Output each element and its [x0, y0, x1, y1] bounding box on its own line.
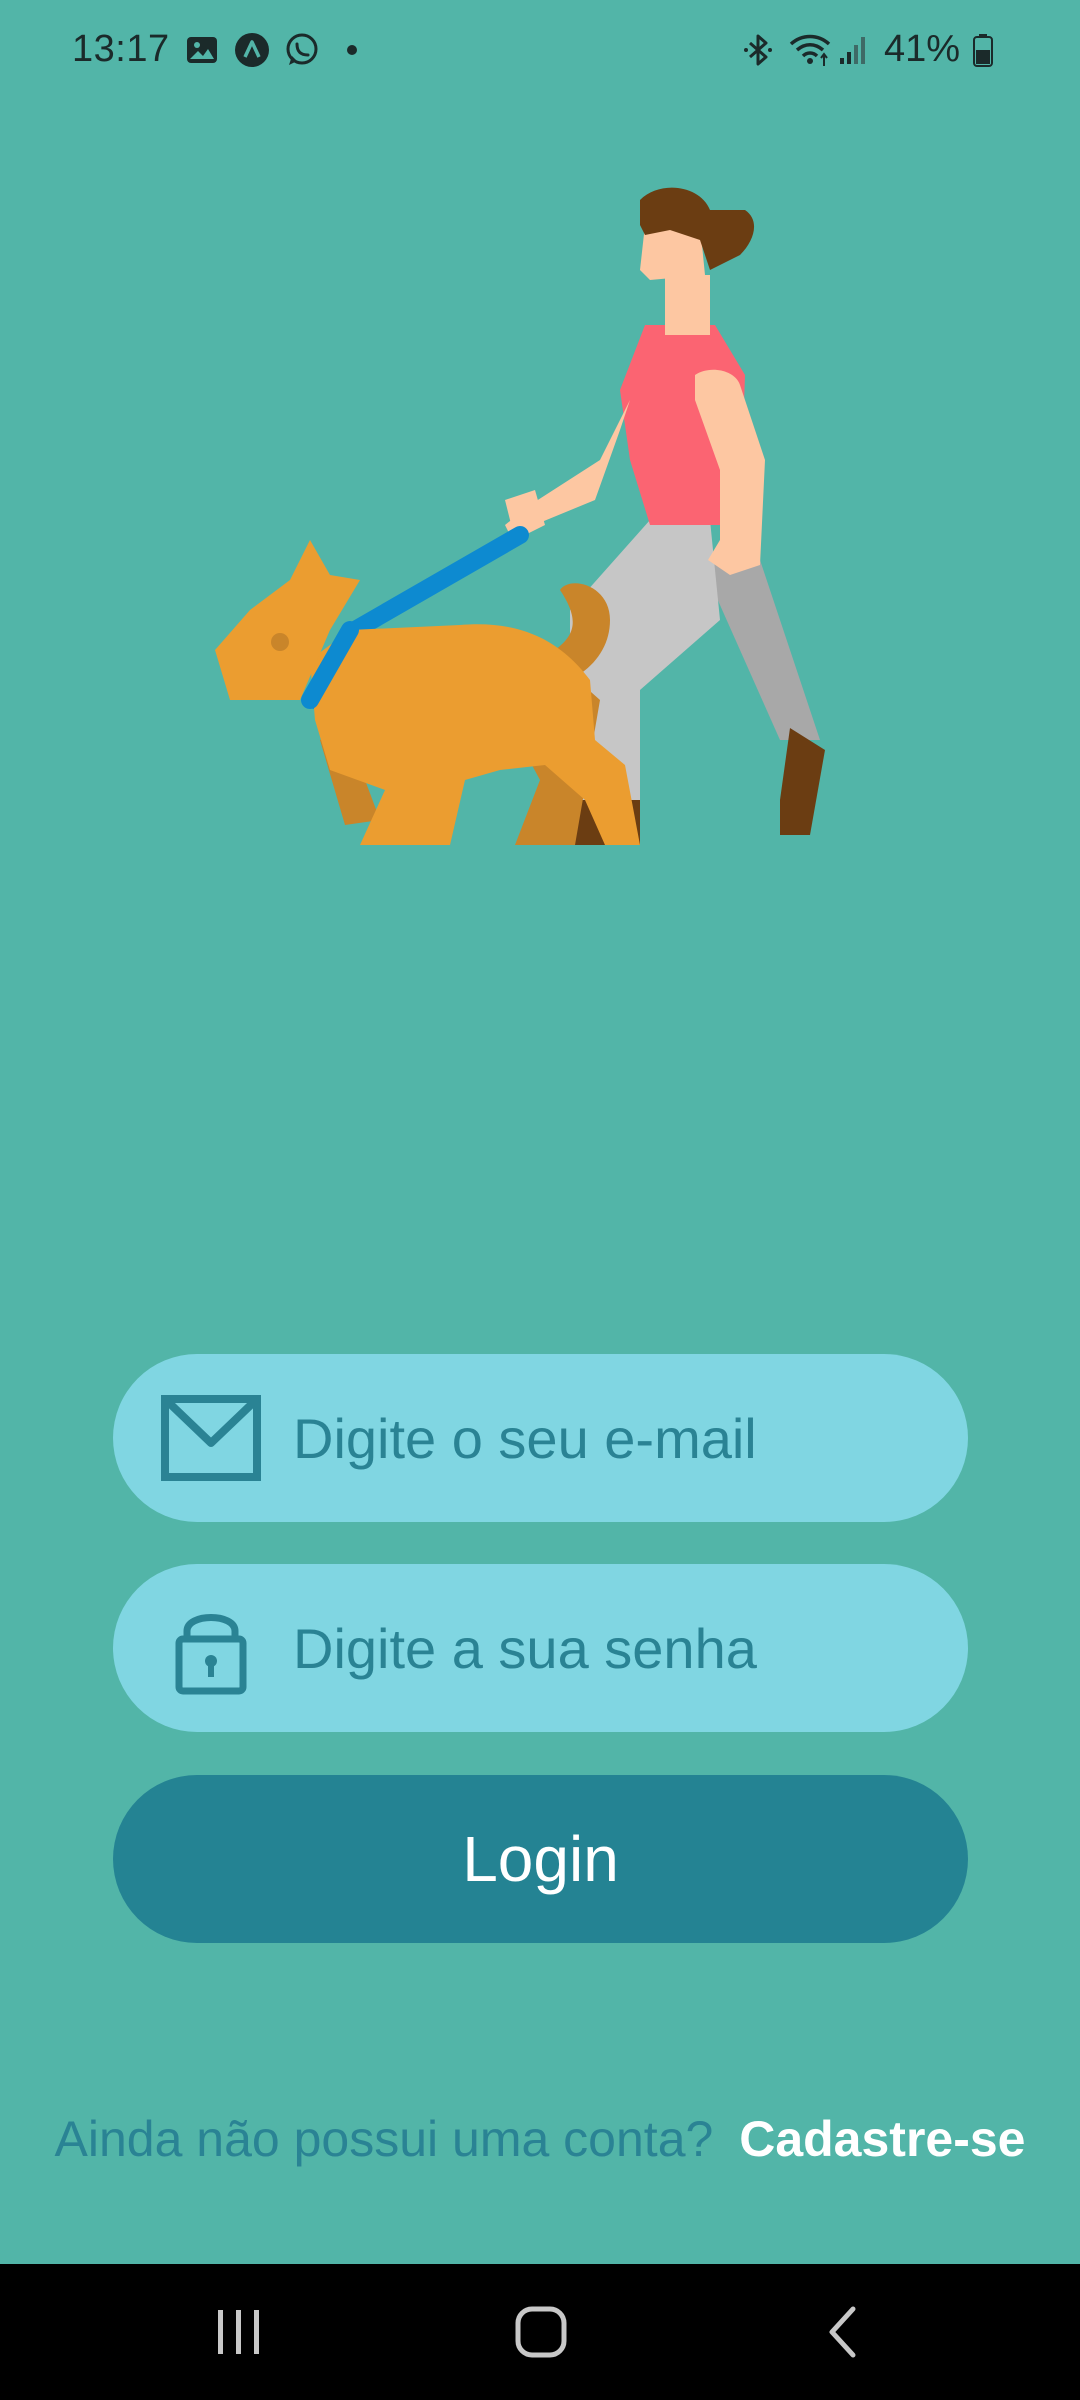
status-left: 13:17: [72, 28, 370, 71]
status-bar: 13:17 41%: [0, 0, 1080, 100]
recents-icon: [218, 2310, 259, 2354]
battery-percent: 41%: [883, 28, 960, 70]
woman-back-leg: [700, 560, 820, 740]
bluetooth-icon: [740, 32, 776, 68]
password-input[interactable]: [293, 1615, 913, 1681]
woman-neck: [665, 275, 710, 335]
signup-link[interactable]: Cadastre-se: [739, 2111, 1025, 2167]
woman-walking-dog-illustration: [200, 180, 880, 860]
wifi-icon: [788, 32, 831, 68]
home-button[interactable]: [506, 2300, 576, 2364]
lock-icon: [159, 1603, 263, 1695]
back-button[interactable]: [808, 2300, 878, 2364]
recents-button[interactable]: [204, 2300, 274, 2364]
back-icon: [829, 2306, 856, 2358]
home-icon: [515, 2306, 567, 2358]
whatsapp-icon: [284, 32, 320, 68]
app-a-icon: [234, 32, 270, 68]
signup-question: Ainda não possui uma conta?: [54, 2111, 714, 2167]
navigation-bar: [0, 2264, 1080, 2400]
dog-eye: [271, 633, 289, 651]
login-button[interactable]: Login: [113, 1775, 968, 1943]
signal-icon: [836, 32, 872, 68]
password-field[interactable]: [113, 1564, 968, 1732]
email-field[interactable]: [113, 1354, 968, 1522]
signup-row: Ainda não possui uma conta? Cadastre-se: [0, 2110, 1080, 2168]
status-time: 13:17: [72, 28, 170, 70]
woman-back-shoe: [780, 728, 825, 835]
email-input[interactable]: [293, 1405, 913, 1471]
mail-icon: [159, 1393, 263, 1483]
battery-icon: [972, 32, 1008, 68]
status-right: 41%: [740, 28, 1008, 71]
gallery-icon: [184, 32, 220, 68]
notification-dot-icon: [334, 32, 370, 68]
